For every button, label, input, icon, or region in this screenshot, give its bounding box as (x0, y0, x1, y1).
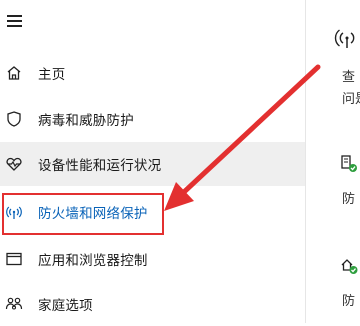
sidebar-item-label: 病毒和威胁防护 (38, 113, 134, 129)
heart-icon (6, 157, 22, 171)
right-panel-text: 防 (342, 294, 356, 309)
sidebar-item-label: 家庭选项 (38, 298, 93, 314)
shield-icon (7, 111, 21, 127)
sidebar-item-label: 设备性能和运行状况 (38, 158, 162, 174)
right-panel: 查 问是 防 防 (306, 0, 360, 323)
highlight-box (2, 193, 164, 235)
sidebar-item-home[interactable]: 主页 (0, 51, 305, 95)
home-icon (7, 66, 21, 80)
domain-network-icon (341, 155, 357, 172)
wifi-antenna-icon (334, 29, 355, 48)
sidebar-item-family-options[interactable]: 家庭选项 (0, 282, 305, 326)
browser-window-icon (6, 252, 22, 266)
sidebar-item-virus-protection[interactable]: 病毒和威胁防护 (0, 97, 305, 141)
sidebar-item-app-browser-control[interactable]: 应用和浏览器控制 (0, 237, 305, 281)
sidebar-item-label: 主页 (38, 67, 66, 83)
right-panel-text: 防 (342, 192, 356, 207)
sidebar-item-device-health[interactable]: 设备性能和运行状况 (0, 142, 305, 186)
right-panel-text: 问是 (342, 92, 360, 107)
right-panel-text: 查 (342, 70, 356, 85)
sidebar-item-label: 应用和浏览器控制 (38, 253, 148, 269)
sidebar: 主页 病毒和威胁防护 设备性能和运行状况 防火墙和网络保护 应用和浏览器控制 家… (0, 0, 305, 323)
private-network-icon (341, 259, 358, 274)
hamburger-menu-icon[interactable] (7, 14, 23, 27)
family-icon (5, 297, 23, 310)
